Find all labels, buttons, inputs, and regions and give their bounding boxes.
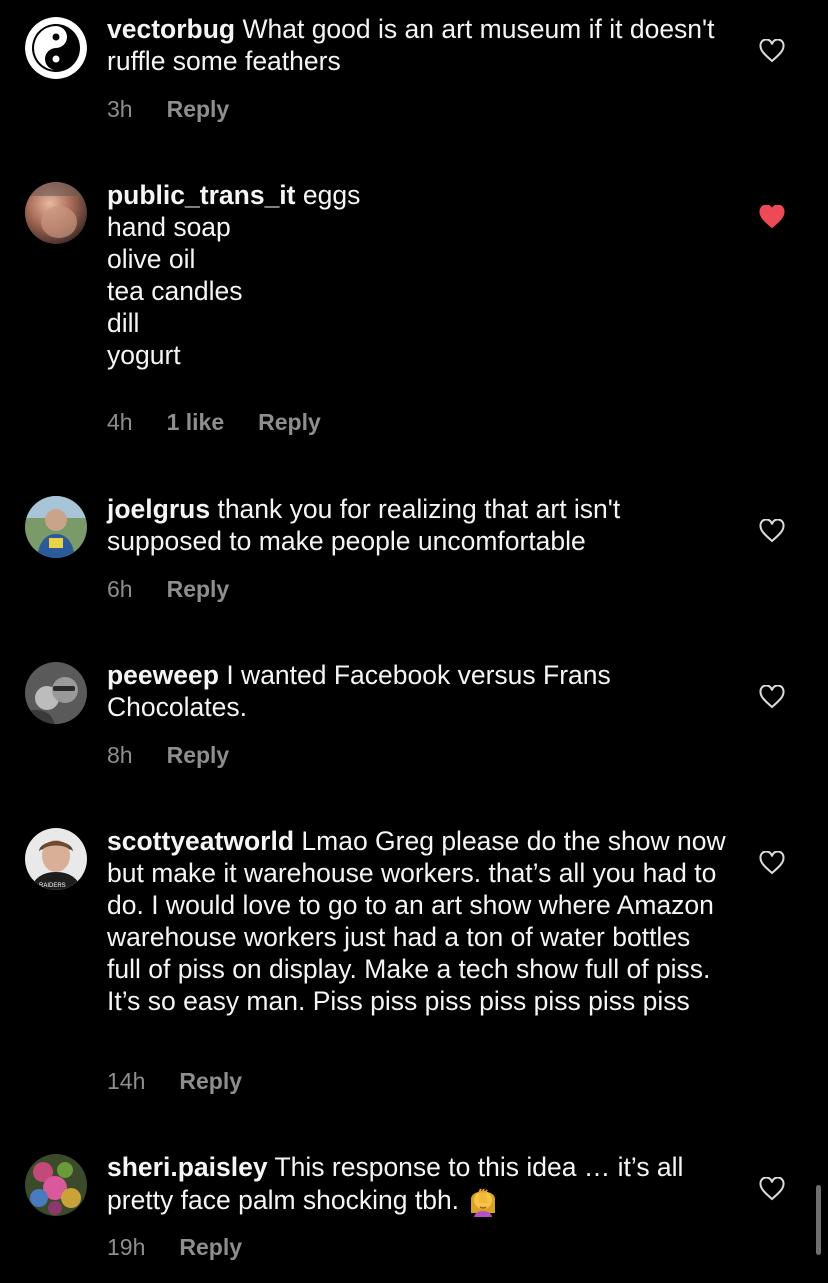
comment-body: vectorbug What good is an art museum if … [107,13,727,77]
heart-icon[interactable] [759,519,785,543]
comment-time: 8h [107,742,133,768]
user-photo [25,182,87,244]
reply-button[interactable]: Reply [179,1233,242,1261]
user-photo [25,1154,87,1216]
heart-icon[interactable] [759,685,785,709]
user-photo: RAIDERS [25,828,87,890]
comment-body: scottyeatworld Lmao Greg please do the s… [107,825,727,1017]
comment-username[interactable]: joelgrus [107,494,210,524]
avatar[interactable]: RAIDERS [25,828,87,890]
scrollbar[interactable] [816,1185,821,1255]
comment-body: peeweep I wanted Facebook versus Frans C… [107,659,727,723]
avatar[interactable] [25,182,87,244]
face-palm-emoji [471,1188,496,1217]
comment-username[interactable]: vectorbug [107,14,235,44]
comment-time: 4h [107,409,133,435]
avatar[interactable] [25,662,87,724]
reply-button[interactable]: Reply [167,741,230,769]
comment-meta: 6h Reply [107,575,229,603]
svg-text:RAIDERS: RAIDERS [39,883,66,889]
avatar[interactable] [25,1154,87,1216]
likes-count[interactable]: 1 like [167,408,225,436]
yin-yang-duck-icon [25,17,87,79]
comment-meta: 8h Reply [107,741,229,769]
comment-username[interactable]: sheri.paisley [107,1152,268,1182]
comment-meta: 3h Reply [107,95,229,123]
comment-time: 14h [107,1068,146,1094]
reply-button[interactable]: Reply [179,1067,242,1095]
comment-time: 6h [107,576,133,602]
comment-meta: 14h Reply [107,1067,242,1095]
heart-filled-icon[interactable] [759,205,785,229]
comment-body: joelgrus thank you for realizing that ar… [107,493,727,557]
reply-button[interactable]: Reply [167,575,230,603]
comment-body: public_trans_it eggs hand soap olive oil… [107,179,727,371]
comment-body: sheri.paisley This response to this idea… [107,1151,727,1217]
comment-username[interactable]: scottyeatworld [107,826,294,856]
comment-meta: 4h 1 like Reply [107,408,321,436]
avatar[interactable] [25,17,87,79]
comment-username[interactable]: peeweep [107,660,219,690]
reply-button[interactable]: Reply [167,95,230,123]
comment-meta: 19h Reply [107,1233,242,1261]
comment-time: 3h [107,96,133,122]
comment-time: 19h [107,1234,146,1260]
comment-username[interactable]: public_trans_it [107,180,296,210]
heart-icon[interactable] [759,1177,785,1201]
heart-icon[interactable] [759,39,785,63]
heart-icon[interactable] [759,851,785,875]
reply-button[interactable]: Reply [258,408,321,436]
avatar[interactable] [25,496,87,558]
user-photo [25,496,87,558]
user-photo [25,662,87,724]
